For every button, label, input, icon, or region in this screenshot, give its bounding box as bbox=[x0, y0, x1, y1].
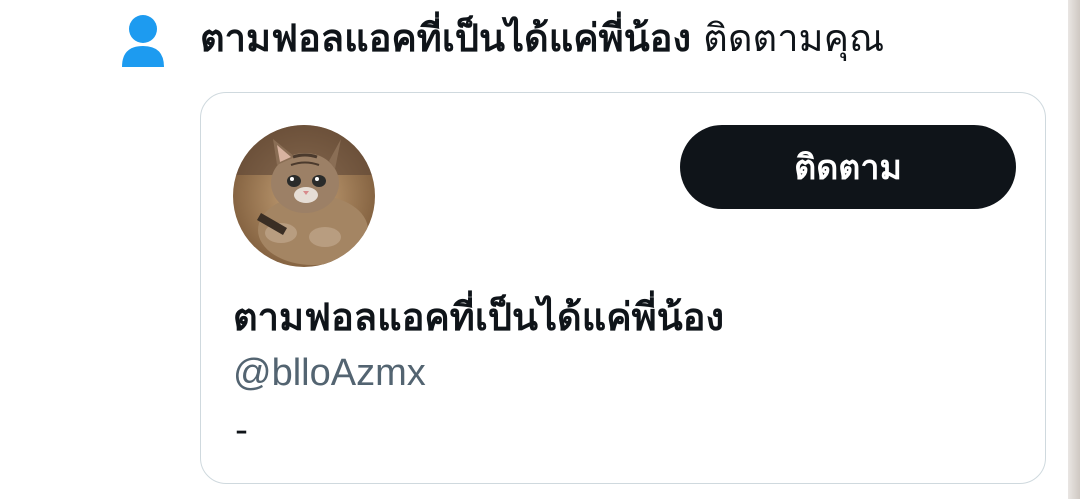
screen-edge bbox=[1068, 0, 1080, 499]
notification-text: ตามฟอลแอคที่เป็นได้แค่พี่น้อง ติดตามคุณ bbox=[200, 12, 884, 64]
cat-avatar[interactable] bbox=[233, 125, 375, 267]
notification-action: ติดตามคุณ bbox=[703, 16, 885, 60]
follow-button[interactable]: ติดตาม bbox=[680, 125, 1016, 209]
profile-bio: - bbox=[235, 410, 248, 451]
notification-user-name[interactable]: ตามฟอลแอคที่เป็นได้แค่พี่น้อง bbox=[200, 16, 691, 60]
profile-handle[interactable]: @blloAzmx bbox=[233, 347, 426, 399]
profile-display-name[interactable]: ตามฟอลแอคที่เป็นได้แค่พี่น้อง bbox=[233, 291, 724, 343]
person-icon bbox=[120, 12, 166, 68]
profile-card[interactable]: ติดตาม ตามฟอลแอคที่เป็นได้แค่พี่น้อง @bl… bbox=[200, 92, 1046, 484]
notification-page: ตามฟอลแอคที่เป็นได้แค่พี่น้อง ติดตามคุณ bbox=[0, 0, 1080, 499]
